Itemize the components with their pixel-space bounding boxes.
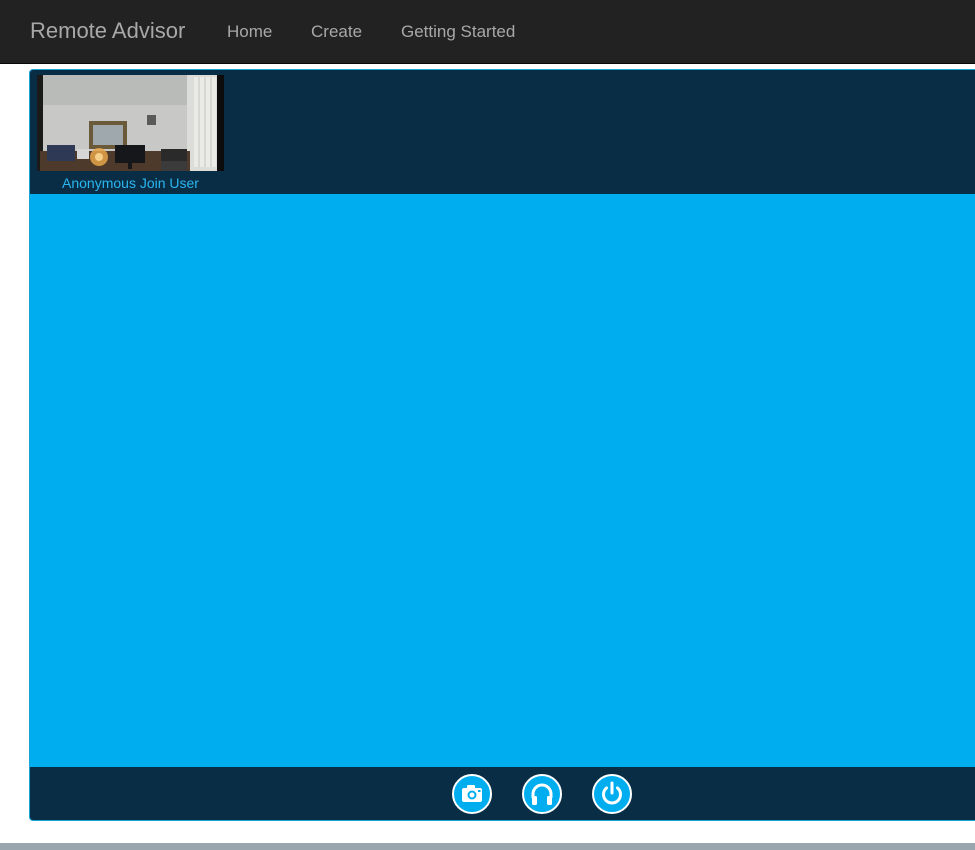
- brand-link[interactable]: Remote Advisor: [30, 18, 185, 44]
- participant-tile[interactable]: Anonymous Join User: [37, 75, 224, 191]
- nav-home-link[interactable]: Home: [227, 22, 272, 42]
- participant-name: Anonymous Join User: [62, 175, 199, 191]
- camera-icon: [462, 785, 482, 802]
- page-bottom-border: [0, 843, 975, 850]
- camera-button[interactable]: [452, 774, 492, 814]
- call-controls-bar: [30, 767, 975, 820]
- audio-button[interactable]: [522, 774, 562, 814]
- headphones-icon: [531, 783, 553, 805]
- nav-create-link[interactable]: Create: [311, 22, 362, 42]
- nav-getting-started-link[interactable]: Getting Started: [401, 22, 515, 42]
- main-video-stage: [30, 194, 975, 767]
- participants-bar: Anonymous Join User: [30, 70, 975, 194]
- end-call-button[interactable]: [592, 774, 632, 814]
- video-session-panel: Anonymous Join User: [29, 69, 975, 821]
- top-navbar: Remote Advisor Home Create Getting Start…: [0, 0, 975, 64]
- participant-video: [37, 75, 224, 171]
- power-icon: [602, 781, 622, 805]
